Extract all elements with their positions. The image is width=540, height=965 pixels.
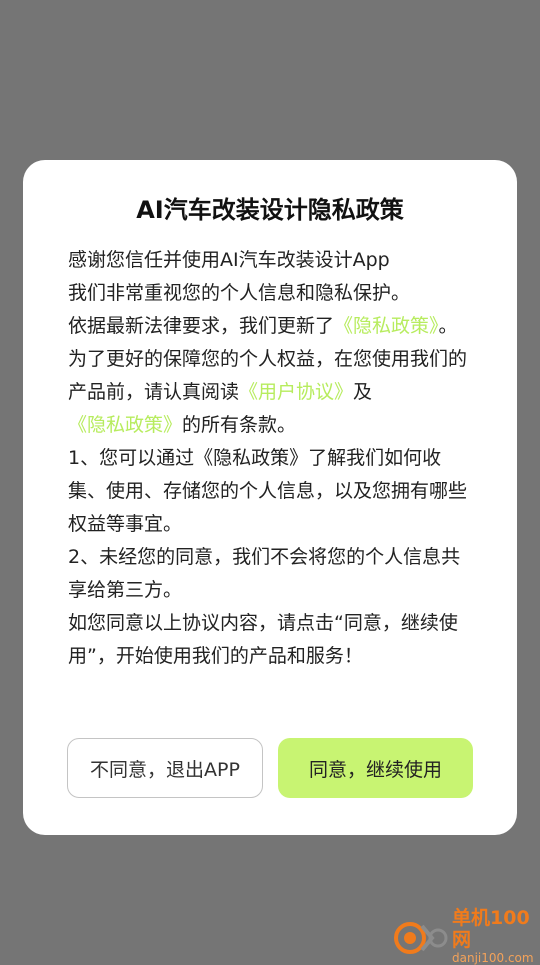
dialog-body: 感谢您信任并使用AI汽车改装设计App 我们非常重视您的个人信息和隐私保护。 依… [68,244,478,673]
update-text: 依据最新法律要求，我们更新了 [68,315,335,337]
read-terms-paragraph: 为了更好的保障您的个人权益，在您使用我们的产品前，请认真阅读《用户协议》及《隐私… [68,343,478,442]
watermark-text: 单机100网 danji100.com [452,907,538,965]
privacy-policy-dialog: AI汽车改装设计隐私政策 感谢您信任并使用AI汽车改装设计App 我们非常重视您… [23,160,517,835]
update-end: 。 [438,315,458,337]
terms-end-text: 的所有条款。 [182,414,297,436]
intro-line: 感谢您信任并使用AI汽车改装设计App [68,249,390,271]
importance-line: 我们非常重视您的个人信息和隐私保护。 [68,282,411,304]
watermark-name: 单机100网 [452,907,530,951]
privacy-policy-link-2[interactable]: 《隐私政策》 [68,414,182,436]
watermark-logo-icon [392,916,450,956]
update-paragraph: 依据最新法律要求，我们更新了《隐私政策》。 [68,310,478,343]
user-agreement-link[interactable]: 《用户协议》 [239,381,353,403]
consent-instruction: 如您同意以上协议内容，请点击“同意，继续使用”，开始使用我们的产品和服务！ [68,612,458,667]
term-item-1: 1、您可以通过《隐私政策》了解我们如何收集、使用、存储您的个人信息，以及您拥有哪… [68,447,468,535]
term-item-2: 2、未经您的同意，我们不会将您的个人信息共享给第三方。 [68,546,461,601]
agree-continue-button[interactable]: 同意，继续使用 [278,738,473,798]
decline-exit-button[interactable]: 不同意，退出APP [67,738,263,798]
dialog-title: AI汽车改装设计隐私政策 [136,196,404,224]
site-watermark: 单机100网 danji100.com [392,907,538,965]
watermark-url: danji100.com [452,951,534,965]
and-text: 及 [353,381,373,403]
privacy-policy-link[interactable]: 《隐私政策》 [334,315,439,337]
